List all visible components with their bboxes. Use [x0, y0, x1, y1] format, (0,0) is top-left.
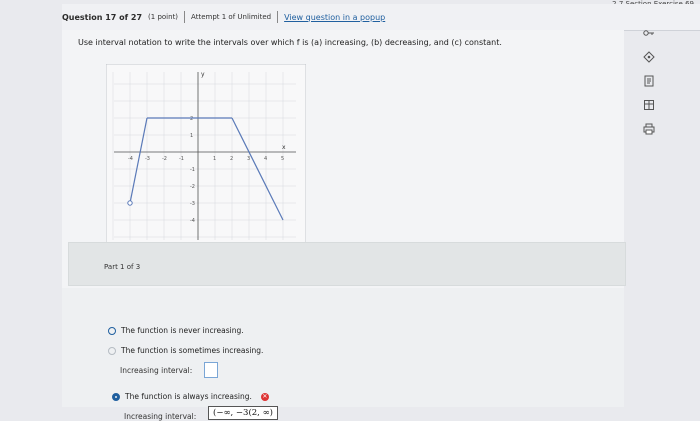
- question-number: Question 17 of 27: [62, 12, 143, 22]
- part-label: Part 1 of 3: [104, 263, 141, 271]
- print-icon[interactable]: [642, 122, 656, 136]
- option-never-increasing[interactable]: The function is never increasing.: [108, 326, 244, 335]
- sheet-icon[interactable]: [642, 74, 656, 88]
- radio-never[interactable]: [108, 326, 116, 335]
- incorrect-icon: ✕: [260, 392, 269, 401]
- key-icon[interactable]: [642, 26, 656, 40]
- question-text: Use interval notation to write the inter…: [78, 38, 502, 47]
- table-icon[interactable]: [642, 98, 656, 112]
- x-tick-label: 2: [230, 156, 233, 162]
- x-tick-label: 3: [247, 156, 250, 162]
- diamond-icon[interactable]: [642, 50, 656, 64]
- x-tick-label: 5: [281, 156, 284, 162]
- x-tick-label: -3: [145, 156, 150, 162]
- increasing-interval-answer[interactable]: (−∞, −3(2, ∞): [208, 406, 278, 420]
- option-label: The function is never increasing.: [121, 326, 244, 335]
- increasing-interval-input[interactable]: [204, 362, 218, 378]
- question-content: Use interval notation to write the inter…: [62, 30, 626, 421]
- increasing-interval-label: Increasing interval:: [124, 412, 197, 421]
- y-tick-label: 2: [190, 116, 193, 122]
- divider: [184, 11, 186, 23]
- x-tick-label: 4: [264, 156, 267, 162]
- x-tick-label: 1: [213, 156, 216, 162]
- answer-options: The function is never increasing. The fu…: [62, 288, 624, 421]
- increasing-interval-label: Increasing interval:: [120, 366, 193, 375]
- option-label: The function is sometimes increasing.: [121, 346, 264, 355]
- question-header: Question 17 of 27 (1 point) Attempt 1 of…: [62, 4, 700, 31]
- option-label: The function is always increasing.: [125, 392, 252, 401]
- option-always-increasing[interactable]: The function is always increasing. ✕: [112, 392, 269, 401]
- open-endpoint: [127, 200, 133, 206]
- option-sometimes-increasing[interactable]: The function is sometimes increasing.: [108, 346, 263, 355]
- y-tick-label: -1: [190, 167, 195, 173]
- radio-always[interactable]: [112, 392, 120, 401]
- side-toolbar: [642, 26, 656, 136]
- attempt-info: Attempt 1 of Unlimited: [191, 13, 272, 21]
- popup-link[interactable]: View question in a popup: [284, 13, 385, 22]
- function-graph: x y -4 -3 -2 -1 1 2 3 4 5 2 1 -1 -2 -3 -4: [106, 64, 306, 244]
- y-tick-label: -2: [190, 184, 195, 190]
- y-tick-label: -3: [190, 201, 195, 207]
- part-banner: Part 1 of 3: [68, 242, 626, 286]
- x-tick-label: -4: [128, 156, 133, 162]
- y-tick-label: -4: [190, 218, 195, 224]
- x-tick-label: -1: [179, 156, 184, 162]
- divider: [277, 11, 279, 23]
- x-tick-label: -2: [162, 156, 167, 162]
- x-axis-label: x: [282, 144, 286, 151]
- y-tick-label: 1: [190, 133, 193, 139]
- question-points: (1 point): [148, 13, 179, 21]
- y-axis-label: y: [201, 71, 205, 78]
- radio-sometimes[interactable]: [108, 346, 116, 355]
